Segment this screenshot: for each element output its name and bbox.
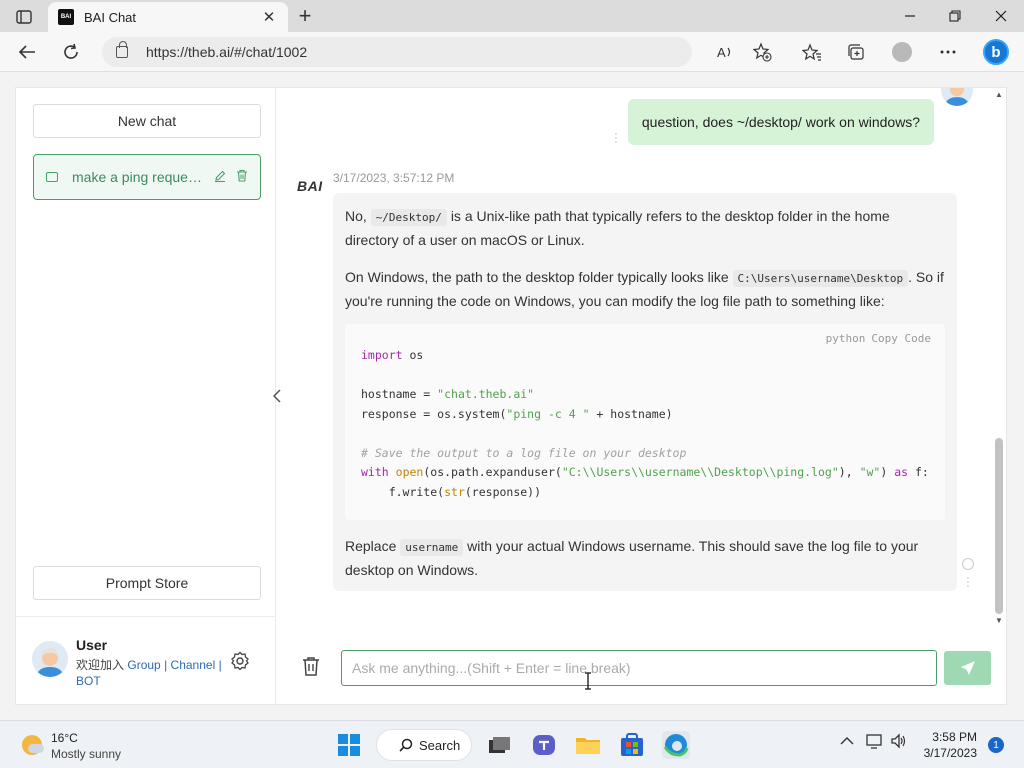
chat-bubble-icon xyxy=(46,172,58,182)
sidebar: New chat make a ping reques... Prompt St… xyxy=(16,88,276,704)
inline-code: username xyxy=(400,539,464,556)
inline-code: C:\Users\username\Desktop xyxy=(732,270,909,287)
minimize-icon[interactable] xyxy=(895,4,925,28)
code-language: python xyxy=(825,332,866,345)
task-view-icon[interactable] xyxy=(486,731,514,759)
back-icon[interactable] xyxy=(12,38,42,66)
weather-temperature[interactable]: 16°C xyxy=(51,731,78,745)
loading-indicator xyxy=(962,558,974,570)
user-panel: User 欢迎加入 Group | Channel | BOT xyxy=(16,616,276,704)
edit-icon[interactable] xyxy=(212,170,228,185)
scroll-up-icon[interactable]: ▲ xyxy=(992,90,1006,99)
clear-chat-trash-icon[interactable] xyxy=(302,656,322,678)
collections-icon[interactable] xyxy=(842,38,870,66)
copy-code-button[interactable]: Copy Code xyxy=(871,332,931,345)
send-icon xyxy=(960,661,975,675)
settings-gear-icon[interactable] xyxy=(230,651,250,671)
chat-app: New chat make a ping reques... Prompt St… xyxy=(16,88,1006,704)
prompt-store-button[interactable]: Prompt Store xyxy=(33,566,261,600)
taskbar: 16°C Mostly sunny Search 3:58 PM 3/17/20… xyxy=(0,720,1024,768)
search-icon xyxy=(399,738,413,752)
avatar xyxy=(32,641,68,677)
channel-link[interactable]: Channel xyxy=(171,658,216,672)
more-icon[interactable] xyxy=(934,38,962,66)
clock-time[interactable]: 3:58 PM xyxy=(931,730,977,744)
read-aloud-icon[interactable]: A xyxy=(712,38,740,66)
scroll-down-icon[interactable]: ▼ xyxy=(992,616,1006,625)
new-tab-icon[interactable]: + xyxy=(292,3,318,28)
add-favorite-icon[interactable] xyxy=(748,38,776,66)
bot-link[interactable]: BOT xyxy=(76,674,101,688)
browser-tab-bar: BAI BAI Chat ✕ + xyxy=(0,0,1024,32)
link-separator: | xyxy=(218,658,222,672)
bot-message-bubble: No, ~/Desktop/ is a Unix-like path that … xyxy=(333,193,957,591)
new-chat-button[interactable]: New chat xyxy=(33,104,261,138)
favicon: BAI xyxy=(58,9,74,25)
favorites-icon[interactable] xyxy=(798,38,826,66)
restore-icon[interactable] xyxy=(940,4,970,28)
conversation: question, does ~/desktop/ work on window… xyxy=(277,88,992,628)
teams-icon[interactable] xyxy=(530,731,558,759)
bot-paragraph: On Windows, the path to the desktop fold… xyxy=(345,269,944,309)
text-cursor-icon xyxy=(584,672,592,690)
weather-description[interactable]: Mostly sunny xyxy=(51,747,121,761)
inline-code: ~/Desktop/ xyxy=(370,209,447,226)
bot-paragraph: No, ~/Desktop/ is a Unix-like path that … xyxy=(345,208,890,248)
search-label: Search xyxy=(419,737,461,753)
address-bar[interactable]: https://theb.ai/#/chat/1002 xyxy=(102,37,692,67)
chat-item-title: make a ping reques... xyxy=(72,169,206,185)
browser-toolbar: https://theb.ai/#/chat/1002 A b xyxy=(0,32,1024,72)
delete-icon[interactable] xyxy=(234,169,250,185)
message-options-icon[interactable]: · · · xyxy=(613,129,619,148)
store-icon[interactable] xyxy=(618,731,646,759)
taskbar-search[interactable]: Search xyxy=(376,729,472,761)
profile-icon[interactable] xyxy=(888,38,916,66)
lock-icon[interactable] xyxy=(116,41,128,58)
message-options-icon[interactable]: · · · xyxy=(965,573,971,592)
notification-badge[interactable]: 1 xyxy=(988,737,1004,753)
close-window-icon[interactable] xyxy=(986,4,1016,28)
bot-logo: BAI xyxy=(297,178,323,194)
code-block: python Copy Code import os hostname = "cha… xyxy=(345,324,945,520)
user-avatar xyxy=(941,88,973,106)
weather-sun-icon[interactable] xyxy=(22,735,44,755)
browser-tab[interactable]: BAI BAI Chat ✕ xyxy=(48,2,288,32)
close-icon[interactable]: ✕ xyxy=(260,8,278,26)
user-name: User xyxy=(76,637,108,653)
user-message-bubble: question, does ~/desktop/ work on window… xyxy=(628,99,934,145)
message-timestamp: 3/17/2023, 3:57:12 PM xyxy=(333,171,455,185)
welcome-text: 欢迎加入 xyxy=(76,658,125,672)
code-toolbar: python Copy Code xyxy=(820,329,931,349)
tab-title: BAI Chat xyxy=(84,9,137,25)
file-explorer-icon[interactable] xyxy=(574,731,602,759)
bing-icon[interactable]: b xyxy=(980,36,1012,68)
group-link[interactable]: Group xyxy=(127,658,160,672)
scrollbar[interactable]: ▲ ▼ xyxy=(992,88,1006,628)
scrollbar-thumb[interactable] xyxy=(995,438,1003,614)
svg-text:A: A xyxy=(717,45,726,60)
bot-paragraph: Replace username with your actual Window… xyxy=(345,538,919,578)
clock-date[interactable]: 3/17/2023 xyxy=(917,746,977,760)
volume-icon[interactable] xyxy=(890,733,908,753)
chat-input[interactable] xyxy=(341,650,937,686)
link-separator: | xyxy=(164,658,168,672)
user-links: 欢迎加入 Group | Channel | BOT xyxy=(76,657,236,689)
show-hidden-icons-chevron-icon[interactable] xyxy=(840,733,854,750)
tab-actions-icon[interactable] xyxy=(10,6,38,28)
edge-icon[interactable] xyxy=(662,731,690,759)
page: New chat make a ping reques... Prompt St… xyxy=(0,72,1024,720)
start-icon[interactable] xyxy=(338,734,360,756)
refresh-icon[interactable] xyxy=(56,38,86,66)
url-text[interactable]: https://theb.ai/#/chat/1002 xyxy=(146,44,307,60)
network-icon[interactable] xyxy=(866,733,884,753)
send-button[interactable] xyxy=(944,651,991,685)
chat-list-item[interactable]: make a ping reques... xyxy=(33,154,261,200)
